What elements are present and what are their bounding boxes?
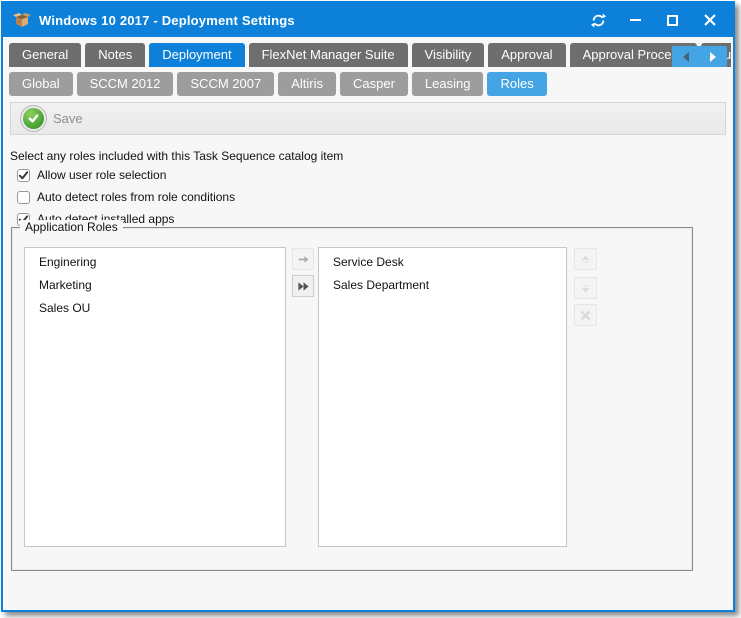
- available-role-item[interactable]: Enginering: [25, 251, 285, 274]
- save-check-icon: [23, 108, 44, 129]
- selected-roles-list[interactable]: Service Desk Sales Department: [318, 247, 567, 547]
- primary-tab[interactable]: Deployment: [149, 43, 244, 67]
- minimize-button[interactable]: [628, 13, 643, 28]
- secondary-tab[interactable]: Global: [9, 72, 73, 96]
- package-icon: [13, 12, 31, 28]
- groupbox-title: Application Roles: [20, 220, 123, 234]
- checkbox-row[interactable]: Auto detect roles from role conditions: [17, 186, 235, 208]
- available-role-item[interactable]: Marketing: [25, 274, 285, 297]
- double-arrow-right-icon: [297, 280, 310, 293]
- available-roles-list[interactable]: Enginering Marketing Sales OU: [24, 247, 286, 547]
- window-controls: [591, 13, 723, 28]
- selected-role-item[interactable]: Sales Department: [319, 274, 566, 297]
- scroll-left-icon[interactable]: [683, 52, 689, 62]
- primary-tab[interactable]: Notes: [85, 43, 145, 67]
- window-title: Windows 10 2017 - Deployment Settings: [39, 13, 591, 28]
- checkbox[interactable]: [17, 169, 30, 182]
- save-label: Save: [53, 111, 83, 126]
- app-window: Windows 10 2017 - Deployment Settings: [1, 1, 735, 612]
- application-roles-groupbox: Application Roles Enginering Marketing S…: [11, 227, 693, 571]
- move-up-button[interactable]: [574, 248, 597, 270]
- secondary-tab[interactable]: SCCM 2012: [77, 72, 174, 96]
- maximize-button[interactable]: [665, 13, 680, 28]
- primary-tab[interactable]: General: [9, 43, 81, 67]
- available-role-item[interactable]: Sales OU: [25, 297, 285, 320]
- checkbox-label: Auto detect roles from role conditions: [37, 190, 235, 204]
- remove-x-icon: [579, 309, 592, 322]
- secondary-tab[interactable]: Roles: [487, 72, 546, 96]
- checkbox-label: Allow user role selection: [37, 168, 166, 182]
- secondary-tab[interactable]: Altiris: [278, 72, 336, 96]
- save-button[interactable]: Save: [11, 103, 95, 134]
- primary-tab[interactable]: FlexNet Manager Suite: [249, 43, 408, 67]
- secondary-tab[interactable]: Casper: [340, 72, 408, 96]
- secondary-tab[interactable]: SCCM 2007: [177, 72, 274, 96]
- secondary-tab[interactable]: Leasing: [412, 72, 484, 96]
- move-all-right-button[interactable]: [292, 275, 314, 297]
- arrow-down-icon: [579, 282, 592, 295]
- titlebar[interactable]: Windows 10 2017 - Deployment Settings: [3, 3, 733, 37]
- move-down-button[interactable]: [574, 277, 597, 299]
- checkbox-row[interactable]: Allow user role selection: [17, 164, 235, 186]
- checkbox[interactable]: [17, 191, 30, 204]
- toolbar: Save: [10, 102, 726, 135]
- refresh-icon[interactable]: [591, 13, 606, 28]
- selected-role-item[interactable]: Service Desk: [319, 251, 566, 274]
- move-right-button[interactable]: [292, 248, 314, 270]
- remove-button[interactable]: [574, 304, 597, 326]
- primary-tab-strip: General Notes Deployment FlexNet Manager…: [9, 43, 731, 67]
- tab-scroll-control: [672, 46, 727, 67]
- scroll-right-icon[interactable]: [710, 52, 716, 62]
- arrow-up-icon: [579, 253, 592, 266]
- instruction-text: Select any roles included with this Task…: [10, 149, 343, 163]
- arrow-right-icon: [297, 253, 310, 266]
- primary-tab[interactable]: Visibility: [412, 43, 485, 67]
- close-button[interactable]: [702, 13, 717, 28]
- secondary-tab-strip: Global SCCM 2012 SCCM 2007 Altiris Caspe…: [9, 72, 731, 96]
- primary-tab[interactable]: Approval: [488, 43, 565, 67]
